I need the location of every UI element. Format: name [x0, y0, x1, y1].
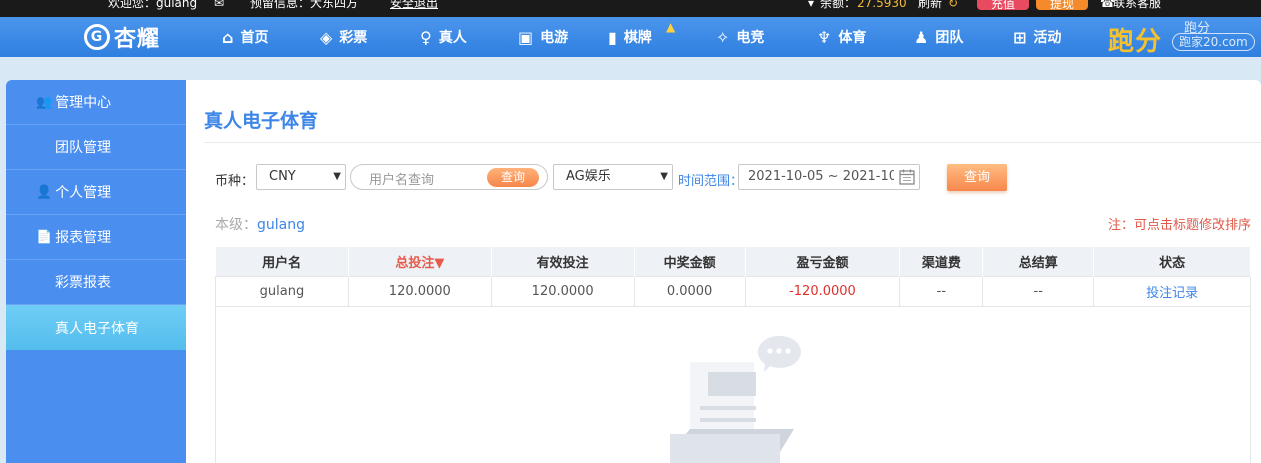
- empty-inbox-illustration: [670, 335, 801, 463]
- cards-icon: ▮: [608, 27, 617, 47]
- watermark: 跑分 跑家20.com: [1170, 17, 1258, 57]
- sidebar: 👥 管理中心 团队管理 👤 个人管理 📄 报表管理 彩票报表 真人电子体育: [6, 80, 186, 463]
- home-icon: ⌂: [222, 27, 234, 47]
- table-row: gulang 120.0000 120.0000 0.0000 -120.000…: [215, 275, 1251, 307]
- person-icon: ♀: [420, 27, 432, 47]
- nav-item-team[interactable]: ♟ 团队: [914, 17, 963, 57]
- time-range-label: 时间范围：: [678, 174, 744, 189]
- col-channel-fee[interactable]: 渠道费: [899, 247, 984, 276]
- col-username[interactable]: 用户名: [215, 247, 349, 276]
- nav-item-sports[interactable]: ♆ 体育: [817, 17, 866, 57]
- nav-item-live[interactable]: ♀ 真人: [420, 17, 467, 57]
- nav-item-promo[interactable]: ⊞ 活动: [1013, 17, 1061, 57]
- user-icon: 👤: [36, 184, 53, 200]
- nav-item-lottery[interactable]: ◈ 彩票: [320, 17, 367, 57]
- users-icon: 👥: [36, 94, 53, 110]
- col-total-bet[interactable]: 总投注▼: [348, 247, 492, 276]
- arcade-icon: ▣: [518, 27, 534, 47]
- sidebar-item-live-sports[interactable]: 真人电子体育: [6, 305, 186, 350]
- team-icon: ♟: [914, 27, 929, 47]
- hot-flame-icon: ▲: [666, 20, 676, 34]
- top-bar: 欢迎您：gulang ✉ 预留信息：大东四方 安全退出 ▾ 余额： 27.593…: [0, 0, 1261, 17]
- date-range-field[interactable]: 2021-10-05 ~ 2021-10-05: [738, 164, 920, 190]
- sort-hint: 注：可点击标题修改排序: [1107, 218, 1251, 233]
- table-header-row: 用户名 总投注▼ 有效投注 中奖金额 盈亏金额 渠道费 总结算 状态: [215, 247, 1251, 276]
- ticket-icon: ◈: [320, 27, 333, 47]
- main-panel: 真人电子体育 币种： CNY ▼ 用户名查询 查询 AG娱乐 ▼ 时间范围： 2…: [186, 80, 1261, 463]
- logout-link[interactable]: 安全退出: [390, 0, 438, 12]
- mail-icon[interactable]: ✉: [214, 0, 224, 12]
- search-button[interactable]: 查询: [487, 168, 539, 187]
- gamepad-icon: ✧: [716, 27, 730, 47]
- nav-item-home[interactable]: ⌂ 首页: [222, 17, 268, 57]
- col-valid-bet[interactable]: 有效投注: [491, 247, 635, 276]
- title-divider: [204, 142, 1261, 143]
- level-user-link[interactable]: gulang: [257, 217, 305, 233]
- calendar-icon[interactable]: [898, 168, 916, 186]
- col-win-amount[interactable]: 中奖金额: [634, 247, 746, 276]
- current-level: 本级：gulang: [215, 217, 305, 233]
- caret-down-icon: ▼: [660, 171, 668, 182]
- sidebar-item-team-management[interactable]: 团队管理: [6, 125, 186, 170]
- cell-win-amount: 0.0000: [633, 275, 746, 307]
- nav-bar: G 杏耀 ⌂ 首页 ◈ 彩票 ♀ 真人 ▣ 电游 ▮ 棋牌 ▲ ✧ 电竞 ♆ 体育 ♟ 团队 ⊞…: [0, 17, 1261, 57]
- bet-record-link[interactable]: 投注记录: [1093, 275, 1251, 307]
- sidebar-item-lottery-report[interactable]: 彩票报表: [6, 260, 186, 305]
- nav-item-esports[interactable]: ✧ 电竞: [716, 17, 764, 57]
- nav-item-cards[interactable]: ▮ 棋牌: [608, 17, 652, 57]
- refresh-link[interactable]: 刷新: [918, 0, 942, 12]
- col-status: 状态: [1093, 247, 1251, 276]
- refresh-icon[interactable]: ↻: [948, 0, 958, 12]
- withdraw-button[interactable]: 提现: [1036, 0, 1089, 11]
- platform-select[interactable]: AG娱乐 ▼: [553, 164, 673, 190]
- cell-total-settlement: --: [982, 275, 1095, 307]
- announce-text: 预留信息：大东四方: [250, 0, 359, 10]
- username-search-input[interactable]: 用户名查询: [369, 169, 434, 188]
- col-profit-loss[interactable]: 盈亏金额: [745, 247, 901, 276]
- welcome-text: 欢迎您：gulang: [108, 0, 198, 10]
- recharge-button[interactable]: 充值: [977, 0, 1030, 11]
- corner-brand-text: 跑分: [1108, 27, 1163, 57]
- caret-down-icon[interactable]: ▾: [808, 0, 814, 12]
- logo-mark-icon: G: [84, 24, 110, 50]
- contact-link[interactable]: 联系客服: [1113, 0, 1161, 12]
- caret-down-icon: ▼: [333, 171, 341, 182]
- sidebar-item-personal-management[interactable]: 👤 个人管理: [6, 170, 186, 215]
- page-title: 真人电子体育: [204, 110, 319, 132]
- report-table: 用户名 总投注▼ 有效投注 中奖金额 盈亏金额 渠道费 总结算 状态 gulan…: [215, 247, 1251, 307]
- balance-value: 27.5930: [857, 0, 907, 10]
- gift-icon: ⊞: [1013, 27, 1027, 47]
- cell-channel-fee: --: [899, 275, 984, 307]
- brand-logo[interactable]: G 杏耀: [84, 22, 160, 52]
- col-total-settlement[interactable]: 总结算: [982, 247, 1095, 276]
- sidebar-item-management-center[interactable]: 👥 管理中心: [6, 80, 186, 125]
- logo-text: 杏耀: [114, 27, 161, 52]
- username-search[interactable]: 用户名查询 查询: [350, 164, 548, 190]
- date-range-value: 2021-10-05 ~ 2021-10-05: [748, 169, 894, 184]
- cell-total-bet: 120.0000: [347, 275, 492, 307]
- trophy-icon: ♆: [817, 27, 832, 47]
- cell-profit-loss: -120.0000: [744, 275, 901, 307]
- cell-valid-bet: 120.0000: [490, 275, 635, 307]
- currency-label: 币种：: [215, 174, 255, 189]
- report-icon: 📄: [36, 229, 53, 245]
- sidebar-item-report-management[interactable]: 📄 报表管理: [6, 215, 186, 260]
- cell-username: gulang: [215, 275, 349, 307]
- query-button[interactable]: 查询: [947, 164, 1007, 191]
- currency-select[interactable]: CNY ▼: [256, 164, 346, 190]
- nav-item-slots[interactable]: ▣ 电游: [518, 17, 568, 57]
- balance-label: 余额：: [820, 0, 857, 10]
